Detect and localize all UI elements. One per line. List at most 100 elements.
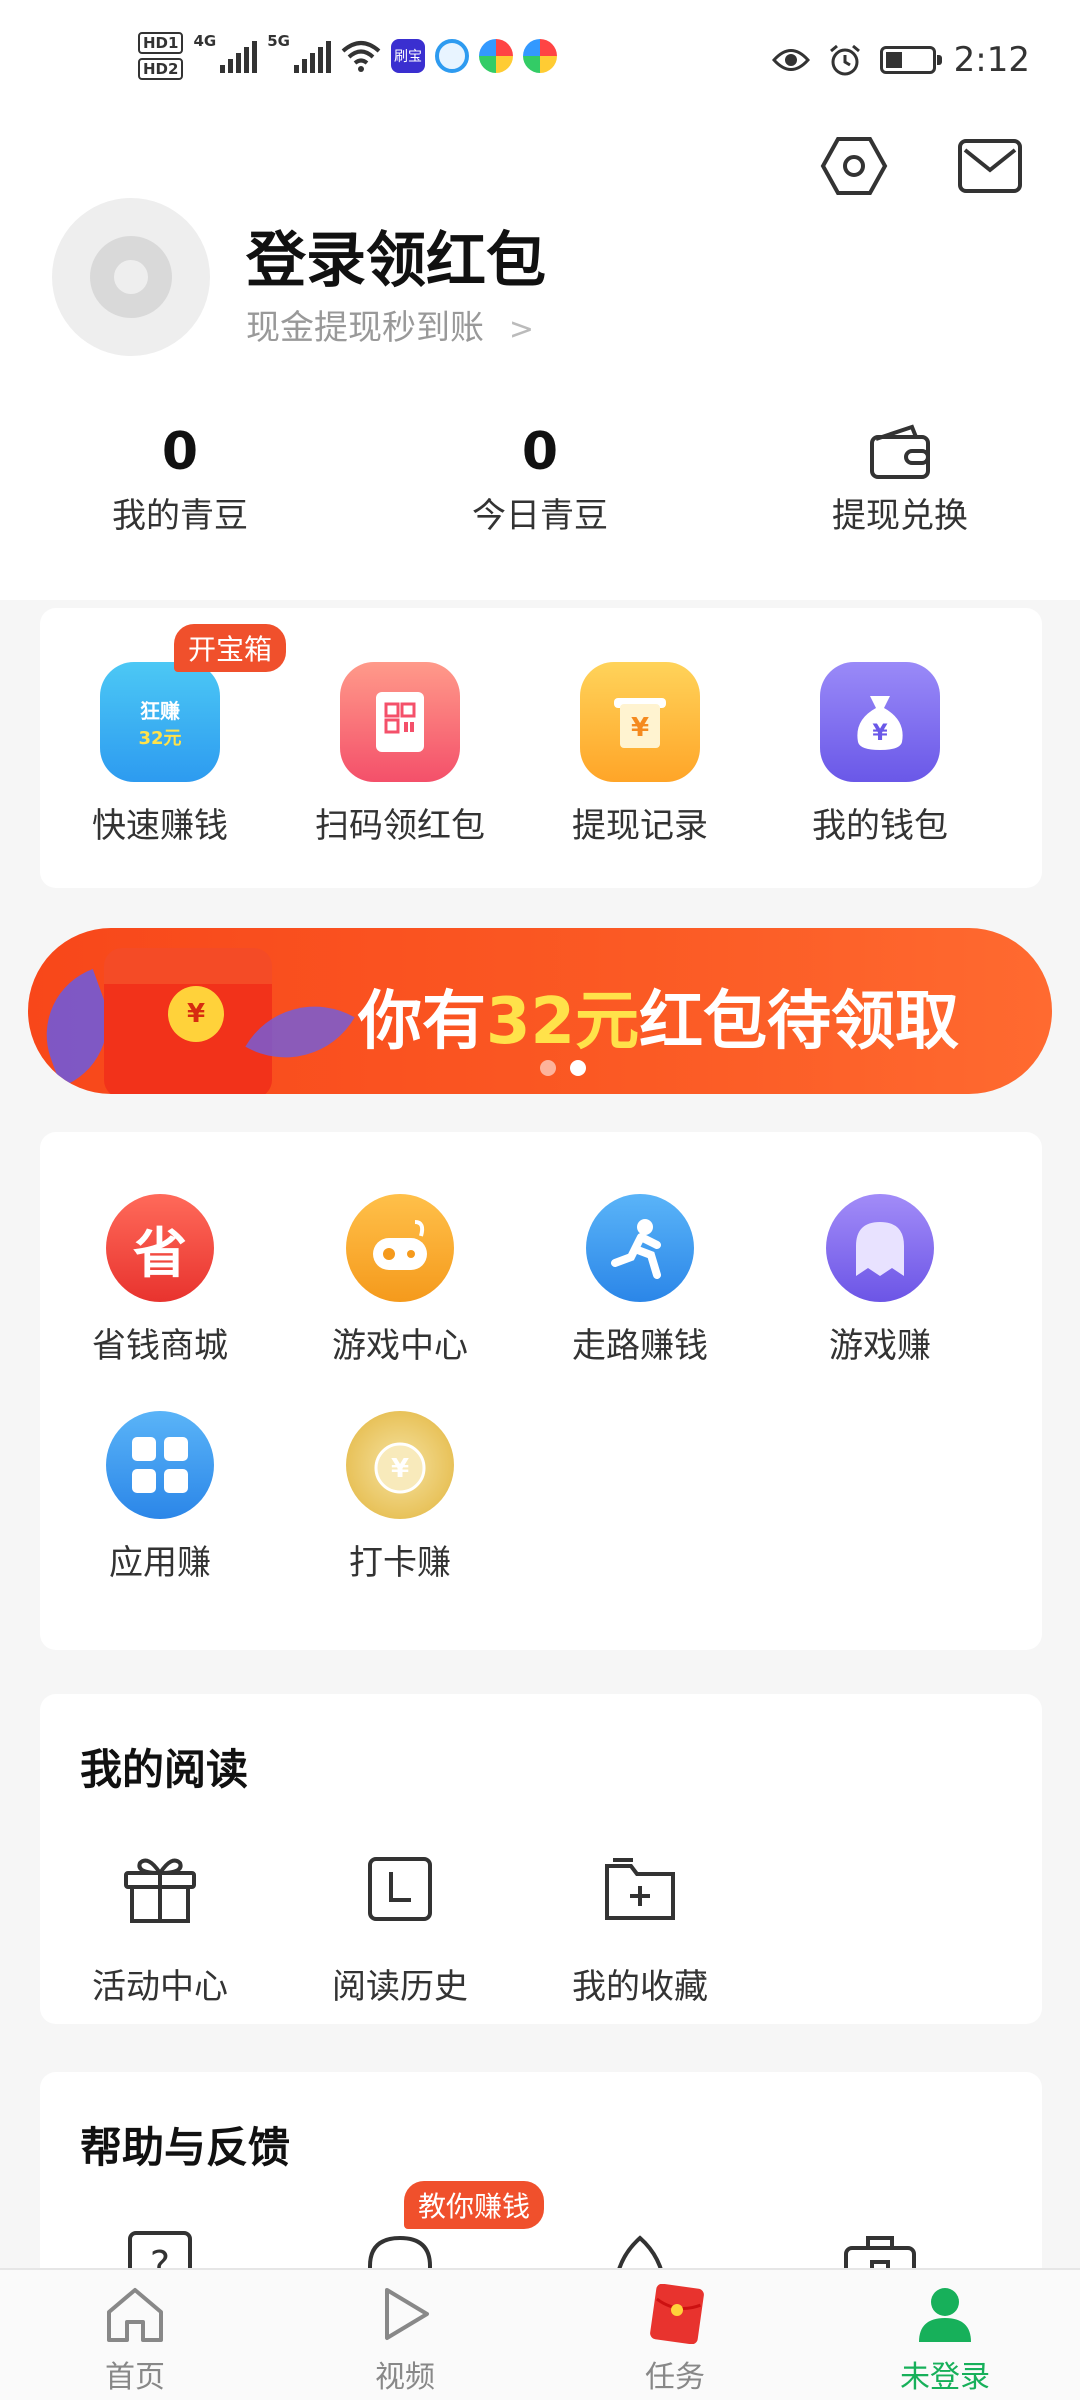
- stat-value: 0: [521, 422, 559, 482]
- service-game-center[interactable]: 游戏中心: [280, 1194, 520, 1367]
- quick-action-scan-envelope[interactable]: 扫码领红包: [280, 662, 520, 847]
- save-money-icon: 省: [106, 1194, 214, 1302]
- hd2-label: HD2: [138, 58, 184, 80]
- banner-amount: 32元: [486, 985, 640, 1059]
- icon-text: 32元: [138, 727, 182, 749]
- quick-action-my-wallet[interactable]: ¥ 我的钱包: [760, 662, 1000, 847]
- app-notification-icon: 刷宝: [390, 39, 425, 73]
- login-title[interactable]: 登录领红包: [246, 212, 546, 299]
- stats-row: 0 我的青豆 0 今日青豆 提现兑换: [0, 420, 1080, 537]
- quick-action-label: 我的钱包: [812, 806, 948, 846]
- banner-prefix: 你有: [358, 985, 486, 1059]
- net-label-1: 4G: [193, 32, 217, 50]
- nav-label: 任务: [645, 2360, 705, 2395]
- qr-envelope-icon: [340, 662, 460, 782]
- open-treasure-badge: 开宝箱: [174, 624, 287, 672]
- avatar[interactable]: [52, 198, 210, 356]
- running-icon: [586, 1194, 694, 1302]
- login-subtitle-link[interactable]: 现金提现秒到账 >: [246, 300, 534, 349]
- stat-value: 0: [161, 422, 199, 482]
- reading-activity-center[interactable]: 活动中心: [40, 1835, 280, 2008]
- help-title: 帮助与反馈: [80, 2123, 291, 2172]
- mail-icon: [958, 139, 1022, 193]
- chevron-right-icon: >: [508, 312, 534, 347]
- stat-today-beans[interactable]: 0 今日青豆: [360, 420, 720, 537]
- bottom-nav: 首页 视频 任务 未登录: [0, 2268, 1080, 2400]
- quick-action-label: 快速赚钱: [92, 806, 228, 846]
- net-label-2: 5G: [267, 32, 290, 50]
- status-left: HD1 HD2 4G 5G 刷宝: [138, 32, 557, 80]
- promo-banner[interactable]: ¥ 你有32元红包待领取: [28, 928, 1052, 1094]
- home-icon: [107, 2288, 163, 2342]
- reading-favorites[interactable]: 我的收藏: [520, 1835, 760, 2008]
- service-walk-earn[interactable]: 走路赚钱: [520, 1194, 760, 1367]
- eye-icon: [771, 49, 810, 71]
- user-icon: [919, 2288, 971, 2342]
- service-label: 游戏中心: [332, 1326, 468, 1366]
- service-label: 应用赚: [109, 1543, 211, 1583]
- play-icon: [385, 2288, 429, 2340]
- reading-label: 我的收藏: [572, 1967, 708, 2007]
- quick-action-label: 扫码领红包: [315, 806, 485, 846]
- service-save-mall[interactable]: 省 省钱商城: [40, 1194, 280, 1367]
- settings-hex-icon: [820, 137, 888, 195]
- reading-history[interactable]: 阅读历史: [280, 1835, 520, 2008]
- carousel-dots: [540, 1060, 586, 1076]
- service-label: 游戏赚: [829, 1326, 931, 1366]
- login-subtitle: 现金提现秒到账: [246, 308, 484, 348]
- nav-label: 未登录: [900, 2360, 990, 2395]
- app-notification-icon: [522, 39, 557, 73]
- nav-task[interactable]: 任务: [540, 2270, 810, 2400]
- service-app-earn[interactable]: 应用赚: [40, 1411, 280, 1584]
- service-checkin-earn[interactable]: ¥ 打卡赚: [280, 1411, 520, 1584]
- status-bar: HD1 HD2 4G 5G 刷宝 2:12: [0, 0, 1080, 130]
- reading-card: 我的阅读 活动中心 阅读历史 我的收藏: [40, 1694, 1042, 2024]
- carousel-dot-active[interactable]: [570, 1060, 586, 1076]
- quick-action-withdraw-record[interactable]: ¥ 提现记录: [520, 662, 760, 847]
- reading-label: 阅读历史: [332, 1967, 468, 2007]
- messages-button[interactable]: [954, 130, 1026, 202]
- withdraw-record-icon: ¥: [580, 662, 700, 782]
- alarm-icon: [829, 44, 860, 76]
- gift-icon: [106, 1835, 214, 1943]
- svg-text:¥: ¥: [631, 713, 649, 743]
- nav-profile[interactable]: 未登录: [810, 2270, 1080, 2400]
- apps-grid-icon: [106, 1411, 214, 1519]
- quick-action-label: 提现记录: [572, 806, 708, 846]
- reading-label: 活动中心: [92, 1967, 228, 2007]
- stat-withdraw-exchange[interactable]: 提现兑换: [720, 420, 1080, 537]
- services-card: 省 省钱商城 游戏中心 走路赚钱 游戏赚 应用赚 ¥ 打卡赚: [40, 1132, 1042, 1650]
- svg-text:¥: ¥: [391, 1454, 409, 1484]
- nav-home[interactable]: 首页: [0, 2270, 270, 2400]
- stat-label: 我的青豆: [112, 496, 248, 536]
- settings-button[interactable]: [818, 130, 890, 202]
- banner-suffix: 红包待领取: [639, 985, 960, 1059]
- yuan-coin-icon: ¥: [168, 986, 224, 1042]
- icon-text: 狂赚: [140, 698, 180, 723]
- hd1-label: HD1: [138, 32, 184, 54]
- service-label: 省钱商城: [92, 1326, 228, 1366]
- quick-actions-card: 狂赚 32元 快速赚钱 开宝箱 扫码领红包 ¥ 提现记录 ¥ 我的钱包: [40, 608, 1042, 888]
- svg-text:¥: ¥: [872, 721, 888, 746]
- service-label: 打卡赚: [349, 1543, 451, 1583]
- nav-label: 视频: [375, 2360, 435, 2395]
- carousel-dot[interactable]: [540, 1060, 556, 1076]
- clock-time: 2:12: [953, 40, 1030, 80]
- browser-notification-icon: [434, 39, 469, 73]
- signal-icon: [220, 39, 258, 73]
- favorites-folder-icon: [586, 1835, 694, 1943]
- service-game-earn[interactable]: 游戏赚: [760, 1194, 1000, 1367]
- nav-label: 首页: [105, 2360, 165, 2395]
- history-clock-icon: [346, 1835, 454, 1943]
- signal-icon: [293, 39, 331, 73]
- quick-action-fast-earn[interactable]: 狂赚 32元 快速赚钱 开宝箱: [40, 624, 287, 847]
- money-bag-icon: ¥: [820, 662, 940, 782]
- stat-label: 今日青豆: [472, 496, 608, 536]
- stat-my-beans[interactable]: 0 我的青豆: [0, 420, 360, 537]
- ghost-icon: [826, 1194, 934, 1302]
- treasure-box-icon: 狂赚 32元: [100, 662, 220, 782]
- wallet-icon: [720, 420, 1080, 484]
- service-label: 走路赚钱: [572, 1326, 708, 1366]
- nav-video[interactable]: 视频: [270, 2270, 540, 2400]
- profile-header: 登录领红包 现金提现秒到账 > 0 我的青豆 0 今日青豆 提现兑换: [0, 130, 1080, 600]
